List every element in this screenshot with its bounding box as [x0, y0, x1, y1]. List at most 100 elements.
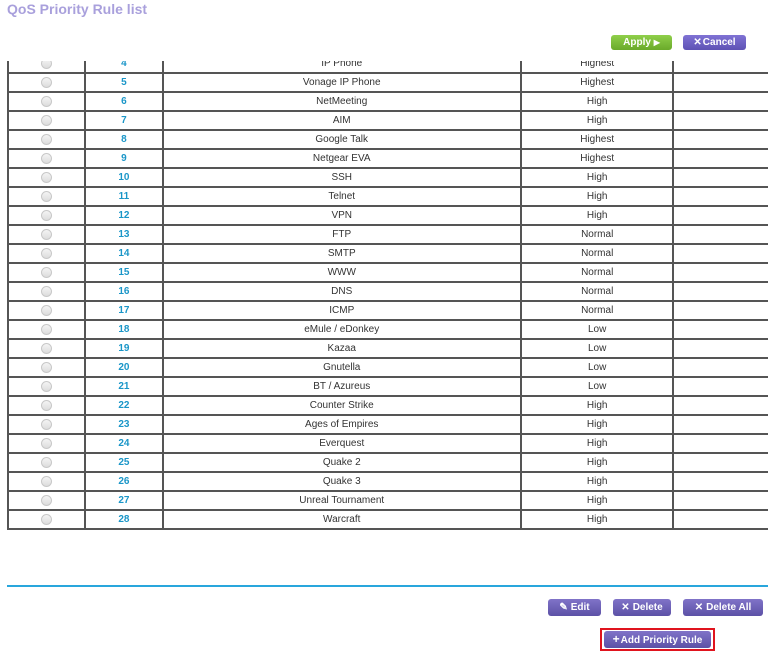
edit-button-label: Edit — [570, 602, 590, 613]
row-select-radio[interactable] — [41, 323, 53, 335]
empty-cell — [672, 262, 768, 283]
add-priority-rule-label: Add Priority Rule — [620, 635, 703, 646]
rule-name: Warcraft — [161, 509, 522, 530]
pencil-icon: ✎ — [559, 602, 568, 613]
row-select-radio[interactable] — [41, 247, 53, 259]
select-cell — [6, 433, 87, 454]
row-select-radio[interactable] — [41, 114, 53, 126]
rule-priority: Low — [519, 338, 675, 359]
table-row[interactable]: 17 ICMP Normal — [6, 300, 768, 321]
table-row[interactable]: 27 Unreal Tournament High — [6, 490, 768, 511]
rule-priority: High — [519, 490, 675, 511]
rule-name: Counter Strike — [161, 395, 522, 416]
table-row[interactable]: 18 eMule / eDonkey Low — [6, 319, 768, 340]
rule-priority: High — [519, 395, 675, 416]
table-row[interactable]: 13 FTP Normal — [6, 224, 768, 245]
table-row[interactable]: 24 Everquest High — [6, 433, 768, 454]
row-select-radio[interactable] — [41, 437, 53, 449]
empty-cell — [672, 129, 768, 150]
rule-name: Quake 3 — [161, 471, 522, 492]
rule-name: ICMP — [161, 300, 522, 321]
rule-name: AIM — [161, 110, 522, 131]
rule-name: DNS — [161, 281, 522, 302]
rule-priority: Low — [519, 319, 675, 340]
rule-number: 15 — [84, 262, 164, 283]
rule-name: SSH — [161, 167, 522, 188]
row-select-radio[interactable] — [41, 209, 53, 221]
select-cell — [6, 509, 87, 530]
table-row[interactable]: 20 Gnutella Low — [6, 357, 768, 378]
rule-number: 21 — [84, 376, 164, 397]
row-select-radio[interactable] — [41, 494, 53, 506]
rule-name: eMule / eDonkey — [161, 319, 522, 340]
table-row[interactable]: 5 Vonage IP Phone Highest — [6, 72, 768, 93]
table-row[interactable]: 9 Netgear EVA Highest — [6, 148, 768, 169]
row-select-radio[interactable] — [41, 190, 53, 202]
select-cell — [6, 72, 87, 93]
table-row[interactable]: 12 VPN High — [6, 205, 768, 226]
select-cell — [6, 205, 87, 226]
row-select-radio[interactable] — [41, 95, 53, 107]
apply-button[interactable]: Apply ▶ — [611, 35, 672, 50]
table-row[interactable]: 10 SSH High — [6, 167, 768, 188]
table-row[interactable]: 28 Warcraft High — [6, 509, 768, 530]
table-row[interactable]: 6 NetMeeting High — [6, 91, 768, 112]
row-select-radio[interactable] — [41, 361, 53, 373]
row-select-radio[interactable] — [41, 133, 53, 145]
rule-priority: High — [519, 110, 675, 131]
table-row[interactable]: 22 Counter Strike High — [6, 395, 768, 416]
table-row[interactable]: 19 Kazaa Low — [6, 338, 768, 359]
rule-number: 24 — [84, 433, 164, 454]
row-select-radio[interactable] — [41, 399, 53, 411]
cancel-button-label: Cancel — [702, 37, 736, 48]
select-cell — [6, 167, 87, 188]
select-cell — [6, 452, 87, 473]
table-row[interactable]: 16 DNS Normal — [6, 281, 768, 302]
table-row[interactable]: 26 Quake 3 High — [6, 471, 768, 492]
row-select-radio[interactable] — [41, 304, 53, 316]
rule-name: SMTP — [161, 243, 522, 264]
row-select-radio[interactable] — [41, 456, 53, 468]
rule-number: 7 — [84, 110, 164, 131]
rule-number: 10 — [84, 167, 164, 188]
empty-cell — [672, 395, 768, 416]
table-row[interactable]: 14 SMTP Normal — [6, 243, 768, 264]
qos-rule-table: 4 IP Phone Highest 5 Vonage IP Phone Highest 6… — [6, 61, 768, 530]
table-row[interactable]: 21 BT / Azureus Low — [6, 376, 768, 397]
table-row[interactable]: 4 IP Phone Highest — [6, 61, 768, 74]
rule-priority: Highest — [519, 61, 675, 74]
row-select-radio[interactable] — [41, 380, 53, 392]
rule-priority: High — [519, 452, 675, 473]
empty-cell — [672, 509, 768, 530]
rule-number: 11 — [84, 186, 164, 207]
table-row[interactable]: 23 Ages of Empires High — [6, 414, 768, 435]
table-row[interactable]: 15 WWW Normal — [6, 262, 768, 283]
table-row[interactable]: 8 Google Talk Highest — [6, 129, 768, 150]
table-row[interactable]: 11 Telnet High — [6, 186, 768, 207]
add-priority-rule-button[interactable]: +Add Priority Rule — [604, 631, 711, 648]
empty-cell — [672, 148, 768, 169]
row-select-radio[interactable] — [41, 285, 53, 297]
empty-cell — [672, 224, 768, 245]
row-select-radio[interactable] — [41, 171, 53, 183]
row-select-radio[interactable] — [41, 61, 53, 69]
row-select-radio[interactable] — [41, 513, 53, 525]
delete-button[interactable]: ✕ Delete — [613, 599, 671, 616]
row-select-radio[interactable] — [41, 342, 53, 354]
close-icon: ✕ — [693, 37, 702, 48]
delete-all-button[interactable]: ✕ Delete All — [683, 599, 763, 616]
row-select-radio[interactable] — [41, 152, 53, 164]
edit-button[interactable]: ✎ Edit — [548, 599, 601, 616]
rule-number: 13 — [84, 224, 164, 245]
row-select-radio[interactable] — [41, 228, 53, 240]
cancel-button[interactable]: ✕Cancel — [683, 35, 746, 50]
row-select-radio[interactable] — [41, 76, 53, 88]
table-row[interactable]: 25 Quake 2 High — [6, 452, 768, 473]
rule-priority: High — [519, 186, 675, 207]
table-row[interactable]: 7 AIM High — [6, 110, 768, 131]
row-select-radio[interactable] — [41, 475, 53, 487]
rule-name: FTP — [161, 224, 522, 245]
row-select-radio[interactable] — [41, 266, 53, 278]
row-select-radio[interactable] — [41, 418, 53, 430]
rule-priority: High — [519, 91, 675, 112]
